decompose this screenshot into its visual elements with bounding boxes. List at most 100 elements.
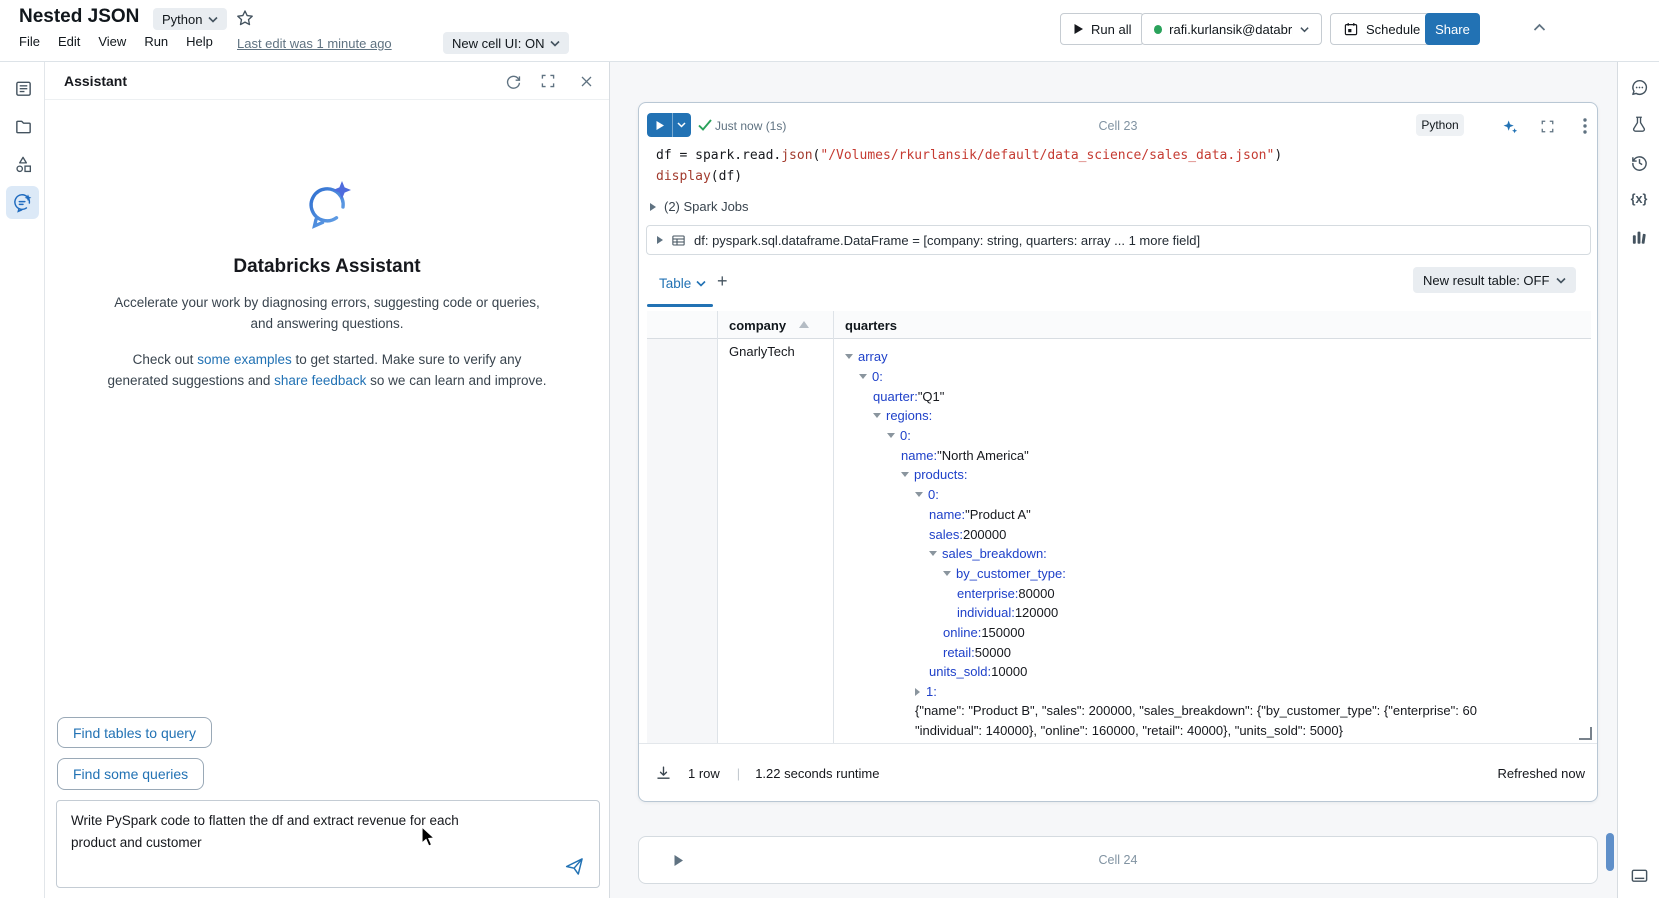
last-edit-link[interactable]: Last edit was 1 minute ago xyxy=(237,36,392,51)
assistant-close-button[interactable] xyxy=(573,68,599,94)
json-key: by_customer_type: xyxy=(956,566,1066,581)
json-raw-preview[interactable]: {"name": "Product B", "sales": 200000, "… xyxy=(833,701,1591,721)
dataframe-summary[interactable]: df: pyspark.sql.dataframe.DataFrame = [c… xyxy=(646,225,1591,255)
json-tree-row[interactable]: by_customer_type: xyxy=(833,564,1591,584)
chevron-down-icon[interactable] xyxy=(929,551,937,556)
json-tree-row[interactable]: 0: xyxy=(833,426,1591,446)
sidebar-item-folder[interactable] xyxy=(10,113,36,139)
json-tree-row[interactable]: 0: xyxy=(833,485,1591,505)
variables-icon: {x} xyxy=(1631,192,1648,206)
some-examples-link[interactable]: some examples xyxy=(197,352,292,367)
table-of-contents-icon xyxy=(14,79,33,98)
table-icon xyxy=(671,233,686,248)
sidebar-item-contents[interactable] xyxy=(10,75,36,101)
json-tree-row[interactable]: 0: xyxy=(833,367,1591,387)
schedule-button[interactable]: Schedule xyxy=(1330,13,1433,45)
json-tree-row[interactable]: sales_breakdown: xyxy=(833,544,1591,564)
json-tree-row[interactable]: array xyxy=(833,347,1591,367)
json-key: name: xyxy=(929,507,965,522)
menu-edit[interactable]: Edit xyxy=(58,34,80,49)
table-cell-company[interactable]: GnarlyTech xyxy=(717,344,833,359)
sidebar-item-data[interactable] xyxy=(10,151,36,177)
share-feedback-link[interactable]: share feedback xyxy=(274,373,366,388)
run-all-button[interactable]: Run all xyxy=(1060,13,1144,45)
results-resize-handle[interactable] xyxy=(1579,727,1592,740)
sidebar-item-charts[interactable] xyxy=(1626,224,1652,250)
json-tree-row[interactable]: individual: 120000 xyxy=(833,603,1591,623)
assistant-refresh-button[interactable] xyxy=(500,68,526,94)
vertical-scrollbar[interactable] xyxy=(1606,833,1614,871)
cell-assistant-button[interactable] xyxy=(1499,116,1519,136)
json-raw-preview[interactable]: "individual": 140000}, "online": 160000,… xyxy=(833,721,1591,741)
cell-menu-button[interactable] xyxy=(1575,116,1595,136)
column-header-quarters[interactable]: quarters xyxy=(833,311,1591,339)
language-selector[interactable]: Python xyxy=(153,8,227,30)
find-tables-button[interactable]: Find tables to query xyxy=(57,717,212,748)
run-options-button[interactable] xyxy=(673,113,690,137)
json-tree-row[interactable]: units_sold: 10000 xyxy=(833,662,1591,682)
new-cell-ui-toggle[interactable]: New cell UI: ON xyxy=(443,32,569,54)
json-key: name: xyxy=(901,448,937,463)
results-footer: 1 row | 1.22 seconds runtime Refreshed n… xyxy=(639,743,1597,802)
json-tree-row[interactable]: retail: 50000 xyxy=(833,642,1591,662)
run-cell-split-button[interactable] xyxy=(647,113,691,137)
column-header-company[interactable]: company xyxy=(717,311,833,339)
chevron-down-icon[interactable] xyxy=(915,492,923,497)
json-tree-row[interactable]: products: xyxy=(833,465,1591,485)
json-tree-row[interactable]: regions: xyxy=(833,406,1591,426)
sidebar-item-variables[interactable]: {x} xyxy=(1626,186,1652,212)
run-cell-button[interactable] xyxy=(647,113,673,137)
refreshed-status: Refreshed now xyxy=(1498,766,1585,781)
chevron-down-icon[interactable] xyxy=(873,413,881,418)
json-key: sales_breakdown: xyxy=(942,546,1047,561)
json-tree-row[interactable]: quarter: "Q1" xyxy=(833,386,1591,406)
menu-run[interactable]: Run xyxy=(144,34,168,49)
new-result-table-toggle[interactable]: New result table: OFF xyxy=(1413,267,1576,293)
json-tree-row[interactable]: 1: xyxy=(833,682,1591,702)
sidebar-item-version-history[interactable] xyxy=(1626,149,1652,175)
code-editor[interactable]: df = spark.read.json("/Volumes/rkurlansi… xyxy=(656,145,1282,187)
json-tree-row[interactable]: name: "Product A" xyxy=(833,505,1591,525)
json-tree-row[interactable]: name: "North America" xyxy=(833,445,1591,465)
send-button[interactable] xyxy=(564,856,585,877)
column-header-label: quarters xyxy=(845,318,897,333)
databricks-assistant-icon xyxy=(303,179,353,231)
menu-view[interactable]: View xyxy=(98,34,126,49)
assistant-prompt-input[interactable]: Write PySpark code to flatten the df and… xyxy=(56,800,600,888)
sort-ascending-icon[interactable] xyxy=(799,321,809,328)
tab-table[interactable]: Table xyxy=(659,276,706,291)
spark-jobs-toggle[interactable]: (2) Spark Jobs xyxy=(650,199,749,214)
assistant-icon[interactable] xyxy=(10,190,36,216)
json-tree-row[interactable]: online: 150000 xyxy=(833,623,1591,643)
cell-language-pill[interactable]: Python xyxy=(1416,114,1464,136)
chevron-right-icon[interactable] xyxy=(915,688,920,696)
chevron-down-icon[interactable] xyxy=(887,433,895,438)
json-tree-row[interactable]: enterprise: 80000 xyxy=(833,583,1591,603)
assistant-expand-button[interactable] xyxy=(535,68,561,94)
run-cell-button[interactable] xyxy=(673,854,684,867)
notebook-cell-23[interactable]: Just now (1s) Cell 23 Python df = spark.… xyxy=(638,102,1598,802)
favorite-star-icon[interactable] xyxy=(236,9,254,27)
share-button[interactable]: Share xyxy=(1425,13,1480,45)
sidebar-item-experiments[interactable] xyxy=(1626,111,1652,137)
chevron-right-icon xyxy=(650,203,656,211)
play-icon xyxy=(1073,23,1084,35)
json-tree-row[interactable]: sales: 200000 xyxy=(833,524,1591,544)
sidebar-item-comments[interactable] xyxy=(1626,74,1652,100)
chevron-down-icon[interactable] xyxy=(845,354,853,359)
find-queries-button[interactable]: Find some queries xyxy=(57,758,204,790)
flask-icon xyxy=(1630,115,1648,133)
menu-file[interactable]: File xyxy=(19,34,40,49)
chevron-down-icon[interactable] xyxy=(943,571,951,576)
cluster-selector[interactable]: rafi.kurlansik@databri... xyxy=(1141,13,1322,45)
chevron-down-icon[interactable] xyxy=(859,374,867,379)
menu-help[interactable]: Help xyxy=(186,34,213,49)
download-button[interactable] xyxy=(655,765,672,782)
chevron-down-icon[interactable] xyxy=(901,472,909,477)
collapse-header-button[interactable] xyxy=(1533,23,1546,32)
cell-maximize-button[interactable] xyxy=(1537,116,1557,136)
notebook-cell-24[interactable]: Cell 24 xyxy=(638,836,1598,884)
sidebar-item-bottom-panel[interactable] xyxy=(1626,862,1652,888)
add-visualization-button[interactable]: + xyxy=(717,271,728,292)
results-table: company quarters GnarlyTech array0:quart… xyxy=(647,311,1591,743)
